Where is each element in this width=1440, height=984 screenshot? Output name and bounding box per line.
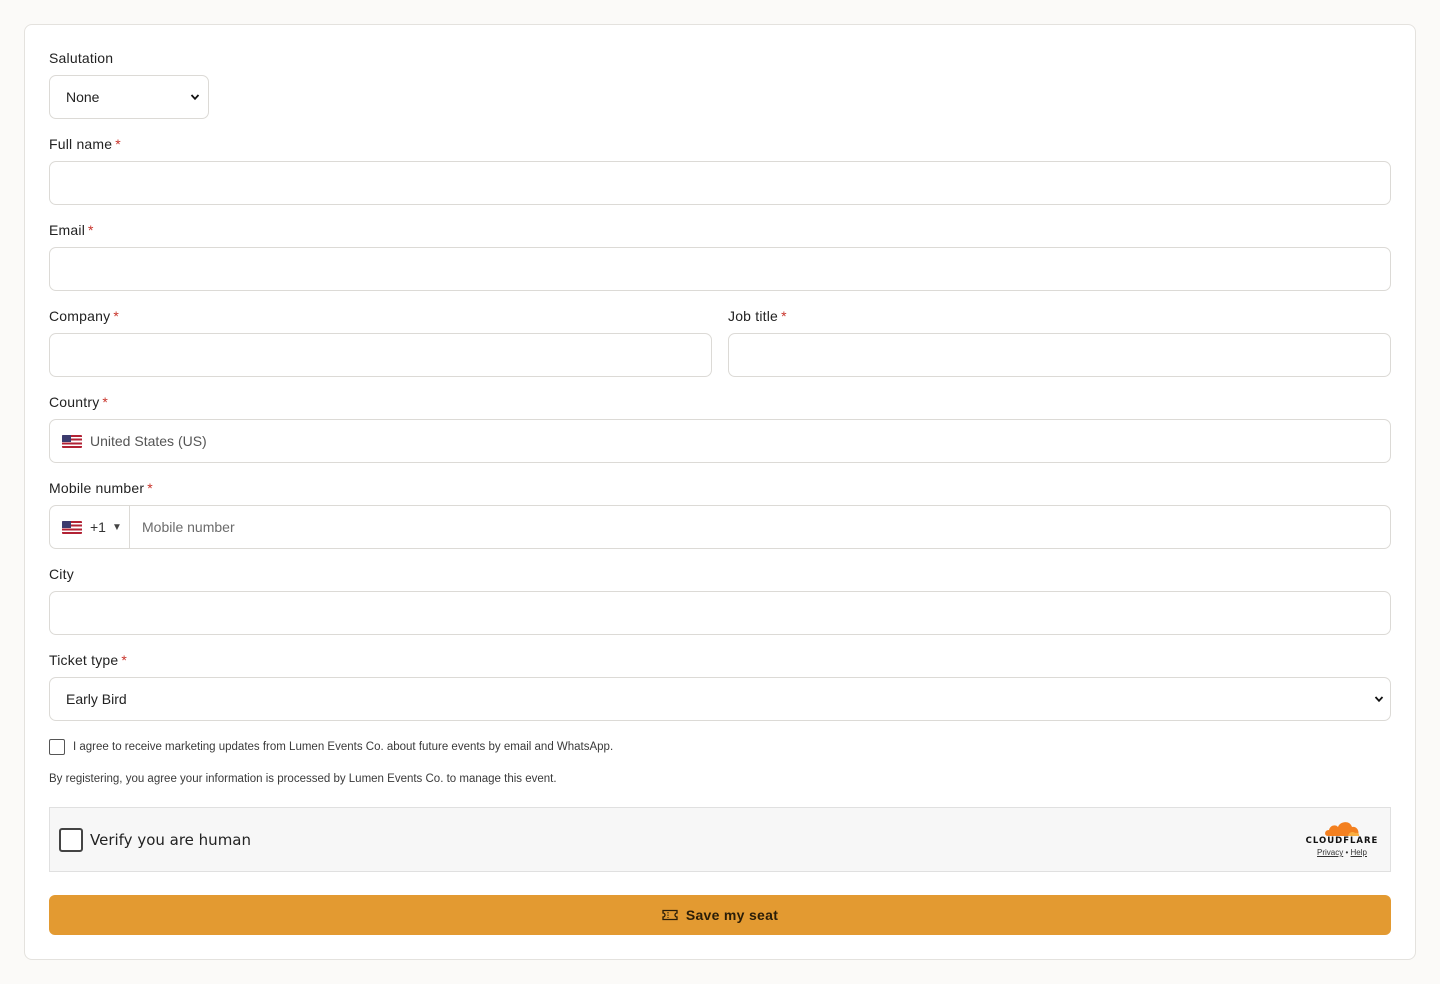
chevron-down-icon	[1374, 696, 1384, 703]
privacy-link[interactable]: Privacy	[1317, 848, 1343, 857]
mobile-number-input[interactable]: Mobile number	[130, 506, 1390, 548]
ticket-type-value: Early Bird	[66, 691, 127, 707]
mobile-placeholder: Mobile number	[142, 519, 235, 535]
mobile-label: Mobile number *	[49, 480, 153, 496]
email-input[interactable]	[49, 247, 1391, 291]
country-code-dropdown[interactable]: +1 ▼	[50, 506, 130, 548]
full-name-label: Full name *	[49, 136, 121, 152]
captcha-widget: Verify you are human CLOUDFLARE Privacy …	[49, 807, 1391, 872]
ticket-type-label: Ticket type *	[49, 652, 128, 668]
marketing-consent-text: I agree to receive marketing updates fro…	[73, 741, 614, 753]
chevron-down-icon	[190, 94, 200, 101]
job-title-label: Job title *	[728, 308, 787, 324]
us-flag-icon	[62, 520, 82, 534]
marketing-consent-checkbox[interactable]	[49, 739, 65, 755]
help-link[interactable]: Help	[1351, 848, 1367, 857]
captcha-links: Privacy • Help	[1302, 848, 1382, 857]
city-input[interactable]	[49, 591, 1391, 635]
privacy-notice: By registering, you agree your informati…	[49, 773, 557, 785]
country-label: Country *	[49, 394, 109, 410]
caret-down-icon: ▼	[111, 521, 122, 533]
captcha-label: Verify you are human	[90, 831, 252, 849]
country-select[interactable]: United States (US)	[49, 419, 1391, 463]
salutation-value: None	[66, 89, 100, 105]
company-input[interactable]	[49, 333, 712, 377]
job-title-input[interactable]	[728, 333, 1391, 377]
salutation-label: Salutation	[49, 50, 114, 66]
link-separator: •	[1345, 848, 1349, 857]
registration-form: Salutation None Full name * Email * Compan…	[24, 24, 1416, 960]
country-value: United States (US)	[90, 433, 207, 449]
salutation-select[interactable]: None	[49, 75, 209, 119]
email-label: Email *	[49, 222, 94, 238]
cloudflare-wordmark: CLOUDFLARE	[1305, 836, 1379, 846]
marketing-consent: I agree to receive marketing updates fro…	[49, 739, 613, 755]
mobile-field: +1 ▼ Mobile number	[49, 505, 1391, 549]
captcha-checkbox[interactable]	[59, 828, 83, 852]
dial-code: +1	[90, 519, 106, 535]
ticket-icon	[662, 909, 678, 921]
city-label: City	[49, 566, 74, 582]
company-label: Company *	[49, 308, 119, 324]
cloudflare-cloud-icon	[1325, 822, 1360, 836]
ticket-type-select[interactable]: Early Bird	[49, 677, 1391, 721]
cloudflare-logo: CLOUDFLARE Privacy • Help	[1302, 818, 1382, 864]
full-name-input[interactable]	[49, 161, 1391, 205]
save-my-seat-label: Save my seat	[685, 907, 779, 923]
us-flag-icon	[62, 434, 82, 448]
save-my-seat-button[interactable]: Save my seat	[49, 895, 1391, 935]
